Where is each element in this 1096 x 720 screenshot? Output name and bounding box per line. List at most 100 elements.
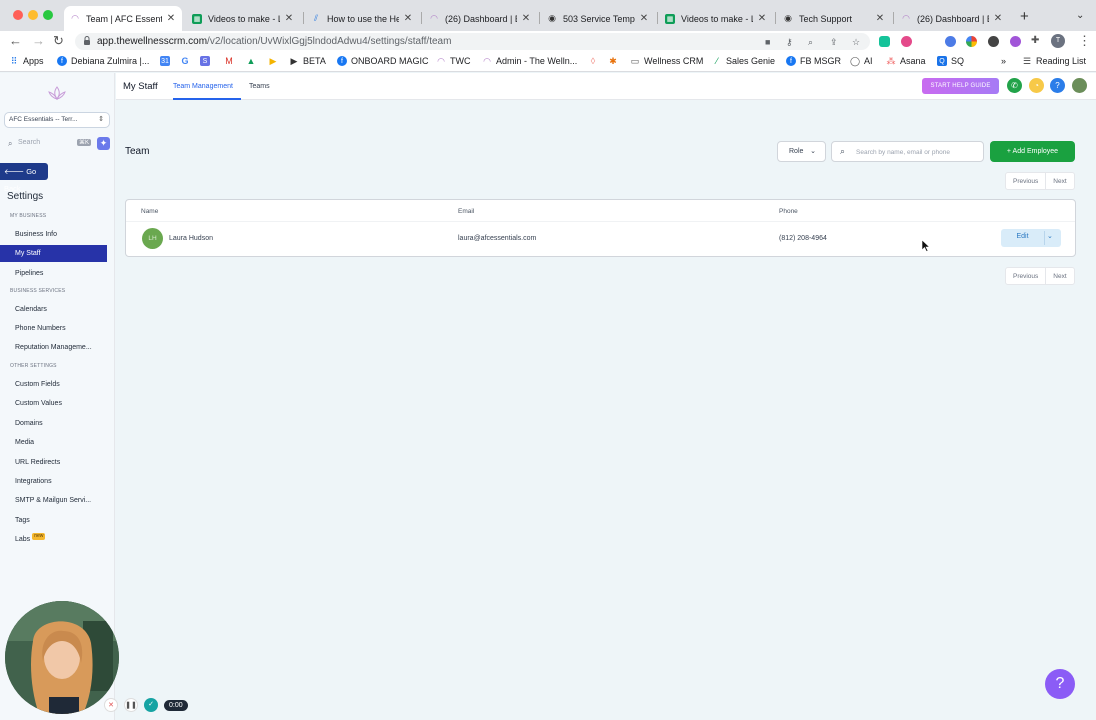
previous-button[interactable]: Previous [1006, 268, 1045, 284]
check-icon[interactable]: ✓ [144, 698, 158, 712]
zoom-icon[interactable]: ⌕ [808, 37, 813, 48]
notifications-icon[interactable]: ◔ [1029, 78, 1044, 93]
close-icon[interactable]: ✕ [104, 698, 118, 712]
stripe-bookmark-icon[interactable]: S [200, 56, 214, 66]
sidebar-item-domains[interactable]: Domains [0, 415, 107, 432]
help-icon[interactable]: ? [1050, 78, 1065, 93]
extension-google-icon[interactable] [966, 36, 977, 47]
chevron-down-icon[interactable]: ⌄ [1076, 10, 1084, 21]
close-tab-icon[interactable]: ✕ [521, 13, 531, 24]
browser-tab[interactable]: ◠ (26) Dashboard | E ✕ [423, 6, 537, 31]
location-select[interactable]: AFC Essentials -- Terr... ⇕ [4, 112, 110, 128]
role-filter-dropdown[interactable]: Role ⌄ [777, 141, 826, 162]
back-arrow-icon[interactable]: ← [9, 33, 22, 48]
start-help-guide-button[interactable]: START HELP GUIDE [922, 78, 999, 94]
puzzle-icon[interactable]: ✚ [1031, 35, 1039, 46]
close-tab-icon[interactable]: ✕ [166, 13, 176, 24]
sidebar-item-reputation[interactable]: Reputation Manageme... [0, 339, 107, 356]
close-tab-icon[interactable]: ✕ [403, 13, 413, 24]
google-bookmark-icon[interactable]: G [180, 56, 194, 66]
bookmark-apps[interactable]: ⠿ Apps [9, 56, 44, 67]
avatar[interactable] [1072, 78, 1087, 93]
browser-tab[interactable]: ▦ Videos to make - L ✕ [659, 6, 773, 31]
sidebar-item-custom-fields[interactable]: Custom Fields [0, 376, 107, 393]
close-tab-icon[interactable]: ✕ [639, 13, 649, 24]
bookmark-item[interactable]: ◠ TWC [436, 56, 470, 67]
pause-icon[interactable]: ❚❚ [124, 698, 138, 712]
bookmark-folder[interactable]: ▭ Wellness CRM [630, 56, 704, 67]
key-icon[interactable]: ⚷ [786, 37, 793, 48]
drive-bookmark-icon[interactable]: ▲ [246, 56, 260, 66]
bookmark-item[interactable]: f FB MSGR [786, 56, 841, 66]
bookmark-item[interactable]: Q SQ [937, 56, 964, 66]
avatar[interactable]: T [1051, 34, 1065, 48]
go-back-button[interactable]: 🡐 Go Back [0, 163, 48, 193]
close-tab-icon[interactable]: ✕ [875, 13, 885, 24]
more-bookmarks-button[interactable]: » [1001, 56, 1006, 66]
minimize-window-button[interactable] [28, 10, 38, 20]
edit-button[interactable]: Edit [1001, 233, 1044, 240]
camera-icon[interactable]: ■ [765, 37, 770, 47]
browser-tab[interactable]: ⫽ How to use the Hel ✕ [305, 6, 419, 31]
bookmark-item[interactable]: ▶ [268, 56, 282, 66]
reading-list[interactable]: ☰ Reading List [1022, 56, 1086, 67]
tab-teams[interactable]: Teams [249, 83, 270, 90]
close-window-button[interactable] [13, 10, 23, 20]
browser-tab[interactable]: ◠ (26) Dashboard | E ✕ [895, 6, 1009, 31]
add-employee-button[interactable]: + Add Employee [990, 141, 1075, 162]
bookmark-item[interactable]: ⁄ Sales Genie [712, 56, 775, 66]
bookmark-item[interactable]: ◠ Admin - The Welln... [482, 56, 577, 67]
forward-arrow-icon[interactable]: → [32, 33, 45, 48]
url-bar[interactable]: app.thewellnesscrm.com/v2/location/UvWix… [75, 33, 870, 50]
extension-loom-icon[interactable] [945, 36, 956, 47]
gmail-bookmark-icon[interactable]: M [224, 56, 238, 66]
close-tab-icon[interactable]: ✕ [993, 13, 1003, 24]
next-button[interactable]: Next [1045, 173, 1073, 189]
sidebar-item-calendars[interactable]: Calendars [0, 301, 107, 318]
previous-button[interactable]: Previous [1006, 173, 1045, 189]
sidebar-item-pipelines[interactable]: Pipelines [0, 265, 107, 282]
quick-add-button[interactable]: ✦ [97, 137, 110, 150]
sidebar-item-integrations[interactable]: Integrations [0, 473, 107, 490]
browser-tab[interactable]: ◉ 503 Service Tempo ✕ [541, 6, 655, 31]
star-icon[interactable]: ☆ [852, 37, 860, 48]
bookmark-item[interactable]: ⁂ Asana [886, 56, 926, 67]
new-tab-icon[interactable]: + [1020, 8, 1029, 25]
maximize-window-button[interactable] [43, 10, 53, 20]
sidebar-item-tags[interactable]: Tags [0, 512, 107, 529]
sidebar-item-my-staff[interactable]: My Staff [0, 245, 107, 262]
sidebar-item-media[interactable]: Media [0, 434, 107, 451]
sidebar-item-custom-values[interactable]: Custom Values [0, 395, 107, 412]
bookmark-item[interactable]: f Debiana Zulmira |... [57, 56, 149, 66]
help-chat-button[interactable]: ? [1045, 669, 1075, 699]
bookmark-item[interactable]: ✱ [608, 56, 622, 66]
bookmark-item[interactable]: ◯ AI [850, 56, 873, 67]
phone-icon[interactable]: ✆ [1007, 78, 1022, 93]
browser-tab[interactable]: ▦ Videos to make - L ✕ [186, 6, 300, 31]
extension-purple-icon[interactable] [1010, 36, 1021, 47]
webcam-bubble[interactable] [5, 601, 119, 714]
close-tab-icon[interactable]: ✕ [757, 13, 767, 24]
extension-dark-icon[interactable] [988, 36, 999, 47]
next-button[interactable]: Next [1045, 268, 1073, 284]
sidebar-item-smtp[interactable]: SMTP & Mailgun Servi... [0, 492, 107, 509]
sidebar-item-labs[interactable]: Labs new [0, 531, 107, 548]
sidebar-item-business-info[interactable]: Business Info [0, 226, 107, 243]
browser-tab[interactable]: ◠ Team | AFC Essenti ✕ [64, 6, 182, 31]
chevron-down-icon[interactable]: ⌄ [1047, 232, 1053, 240]
bookmark-item[interactable]: ◊ [588, 56, 602, 66]
tab-team-management[interactable]: Team Management [173, 83, 233, 90]
sidebar-item-phone-numbers[interactable]: Phone Numbers [0, 320, 107, 337]
share-icon[interactable]: ⇪ [830, 37, 838, 48]
browser-tab[interactable]: ◉ Tech Support ✕ [777, 6, 891, 31]
calendar-bookmark-icon[interactable]: 31 [160, 56, 174, 66]
close-tab-icon[interactable]: ✕ [284, 13, 294, 24]
bookmark-item[interactable]: f ONBOARD MAGIC [337, 56, 429, 66]
reload-icon[interactable]: ↻ [53, 33, 64, 49]
sidebar-item-url-redirects[interactable]: URL Redirects [0, 454, 107, 471]
extension-grammarly-icon[interactable] [879, 36, 890, 47]
kebab-menu-icon[interactable]: ⋮ [1078, 33, 1091, 49]
search-input[interactable] [856, 146, 980, 158]
sidebar-search[interactable]: ⌕ Search ⌘K [4, 137, 93, 151]
bookmark-item[interactable]: ▶ BETA [289, 56, 326, 67]
